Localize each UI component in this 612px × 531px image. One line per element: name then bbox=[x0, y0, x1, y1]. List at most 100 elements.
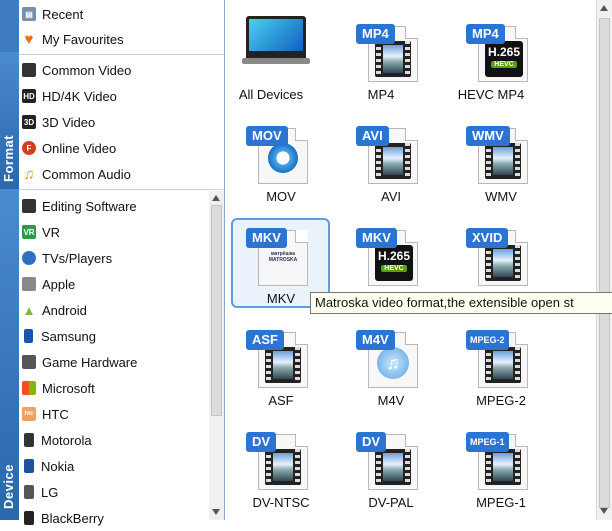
sidebar-item-editing-software[interactable]: Editing Software bbox=[19, 193, 209, 219]
motorola-icon bbox=[24, 433, 34, 447]
device-tab-label: Device bbox=[1, 464, 16, 509]
sidebar-item-common-video[interactable]: Common Video bbox=[19, 57, 209, 83]
format-grid-scrollbar[interactable] bbox=[596, 0, 612, 520]
device-list-scrollbar[interactable] bbox=[209, 191, 224, 520]
microsoft-icon bbox=[22, 381, 36, 395]
sidebar-item-blackberry[interactable]: BlackBerry bbox=[19, 505, 209, 531]
sidebar-item-common-audio[interactable]: ♫ Common Audio bbox=[19, 161, 209, 187]
film-icon bbox=[22, 63, 36, 77]
format-tile-avi[interactable]: AVI AVI bbox=[336, 112, 436, 212]
tile-caption: HEVC MP4 bbox=[457, 87, 525, 102]
format-tile-m4v[interactable]: ♫ M4V M4V bbox=[336, 316, 436, 416]
scrollbar-thumb[interactable] bbox=[599, 18, 610, 508]
tile-caption: MPEG-1 bbox=[476, 495, 526, 510]
sidebar-item-favourites[interactable]: ♥ My Favourites bbox=[19, 26, 209, 52]
sidebar-item-label: Samsung bbox=[41, 328, 96, 344]
format-badge: ASF bbox=[246, 330, 284, 350]
quicktime-icon bbox=[268, 143, 298, 173]
nokia-icon bbox=[24, 459, 34, 473]
scroll-down-arrow-icon[interactable] bbox=[212, 509, 220, 515]
lg-icon bbox=[24, 485, 34, 499]
tile-caption: MPEG-2 bbox=[476, 393, 526, 408]
sidebar-item-nokia[interactable]: Nokia bbox=[19, 453, 209, 479]
scroll-up-arrow-icon[interactable] bbox=[212, 195, 220, 201]
format-tile-all-devices[interactable]: All Devices bbox=[226, 10, 326, 110]
sidebar-item-microsoft[interactable]: Microsoft bbox=[19, 375, 209, 401]
sidebar-item-label: LG bbox=[41, 484, 59, 500]
format-badge: WMV bbox=[466, 126, 510, 146]
tile-caption: DV-NTSC bbox=[252, 495, 310, 510]
format-tab-label: Format bbox=[1, 134, 16, 182]
category-strip: Format Device bbox=[0, 0, 19, 520]
format-tile-mp4[interactable]: MP4 MP4 bbox=[336, 10, 436, 110]
format-tile-hevc-mp4[interactable]: H.265 HEVC MP4 HEVC MP4 bbox=[446, 10, 546, 110]
film-icon bbox=[485, 143, 521, 179]
sidebar-item-samsung[interactable]: Samsung bbox=[19, 323, 209, 349]
format-tile-mpeg-1[interactable]: MPEG-1 MPEG-1 bbox=[446, 418, 546, 518]
film-icon bbox=[485, 347, 521, 383]
scrollbar-thumb[interactable] bbox=[211, 205, 222, 416]
recent-icon: ▤ bbox=[22, 7, 36, 21]
format-tile-asf[interactable]: ASF ASF bbox=[226, 316, 326, 416]
sidebar-item-android[interactable]: ▲ Android bbox=[19, 297, 209, 323]
divider bbox=[19, 54, 224, 55]
tile-caption: AVI bbox=[381, 189, 401, 204]
scroll-up-arrow-icon[interactable] bbox=[600, 5, 608, 11]
sidebar-item-label: Game Hardware bbox=[42, 354, 138, 370]
format-tile-mpeg-2[interactable]: MPEG-2 MPEG-2 bbox=[446, 316, 546, 416]
film-icon bbox=[375, 41, 411, 77]
sidebar-item-label: Motorola bbox=[41, 432, 92, 448]
sidebar-item-label: Apple bbox=[42, 276, 76, 292]
heart-icon: ♥ bbox=[24, 30, 34, 48]
divider bbox=[19, 189, 224, 190]
online-icon: F bbox=[22, 141, 36, 155]
hd-icon: HD bbox=[22, 89, 36, 103]
sidebar-item-online-video[interactable]: F Online Video bbox=[19, 135, 209, 161]
music-note-icon: ♫ bbox=[23, 165, 35, 183]
apple-icon bbox=[22, 277, 36, 291]
sidebar-item-label: Android bbox=[42, 302, 87, 318]
format-badge: MP4 bbox=[356, 24, 395, 44]
sidebar-item-recent[interactable]: ▤ Recent bbox=[19, 1, 209, 27]
format-badge: MP4 bbox=[466, 24, 505, 44]
sidebar-item-motorola[interactable]: Motorola bbox=[19, 427, 209, 453]
sidebar-item-game-hardware[interactable]: Game Hardware bbox=[19, 349, 209, 375]
film-icon bbox=[265, 347, 301, 383]
scroll-down-arrow-icon[interactable] bbox=[600, 508, 608, 514]
format-badge: M4V bbox=[356, 330, 395, 350]
sidebar-item-3d-video[interactable]: 3D 3D Video bbox=[19, 109, 209, 135]
matroska-logo-icon: матрёшка MATROSKA bbox=[268, 251, 298, 263]
format-tile-wmv[interactable]: WMV WMV bbox=[446, 112, 546, 212]
strip-recent-segment bbox=[0, 0, 19, 52]
strip-format-tab[interactable]: Format bbox=[0, 52, 19, 189]
tile-caption: MOV bbox=[266, 189, 296, 204]
format-badge: MPEG-2 bbox=[466, 330, 509, 350]
sidebar-item-vr[interactable]: VR VR bbox=[19, 219, 209, 245]
format-badge: AVI bbox=[356, 126, 389, 146]
sidebar-item-label: HTC bbox=[42, 406, 69, 422]
sidebar-item-label: VR bbox=[42, 224, 61, 240]
sidebar-item-label: TVs/Players bbox=[42, 250, 113, 266]
film-icon bbox=[485, 245, 521, 281]
sidebar-item-lg[interactable]: LG bbox=[19, 479, 209, 505]
format-tile-dv-pal[interactable]: DV DV-PAL bbox=[336, 418, 436, 518]
hevc-logo-icon: H.265 HEVC bbox=[485, 41, 523, 77]
sidebar-item-apple[interactable]: Apple bbox=[19, 271, 209, 297]
film-icon bbox=[265, 449, 301, 485]
format-tile-dv-ntsc[interactable]: DV DV-NTSC bbox=[226, 418, 326, 518]
film-icon bbox=[22, 199, 36, 213]
sidebar-item-tvs-players[interactable]: TVs/Players bbox=[19, 245, 209, 271]
category-list: ▤ Recent ♥ My Favourites Common Video HD… bbox=[19, 0, 225, 526]
sidebar-item-label: Nokia bbox=[41, 458, 75, 474]
format-badge: DV bbox=[356, 432, 387, 452]
tile-caption: WMV bbox=[485, 189, 517, 204]
film-icon bbox=[375, 449, 411, 485]
film-icon bbox=[485, 449, 521, 485]
format-tile-mov[interactable]: MOV MOV bbox=[226, 112, 326, 212]
strip-device-tab[interactable]: Device bbox=[0, 189, 19, 520]
format-badge: MKV bbox=[246, 228, 287, 248]
sidebar-item-label: BlackBerry bbox=[41, 510, 104, 526]
sidebar-item-hd-4k-video[interactable]: HD HD/4K Video bbox=[19, 83, 209, 109]
gamepad-icon bbox=[22, 355, 36, 369]
sidebar-item-htc[interactable]: htc HTC bbox=[19, 401, 209, 427]
